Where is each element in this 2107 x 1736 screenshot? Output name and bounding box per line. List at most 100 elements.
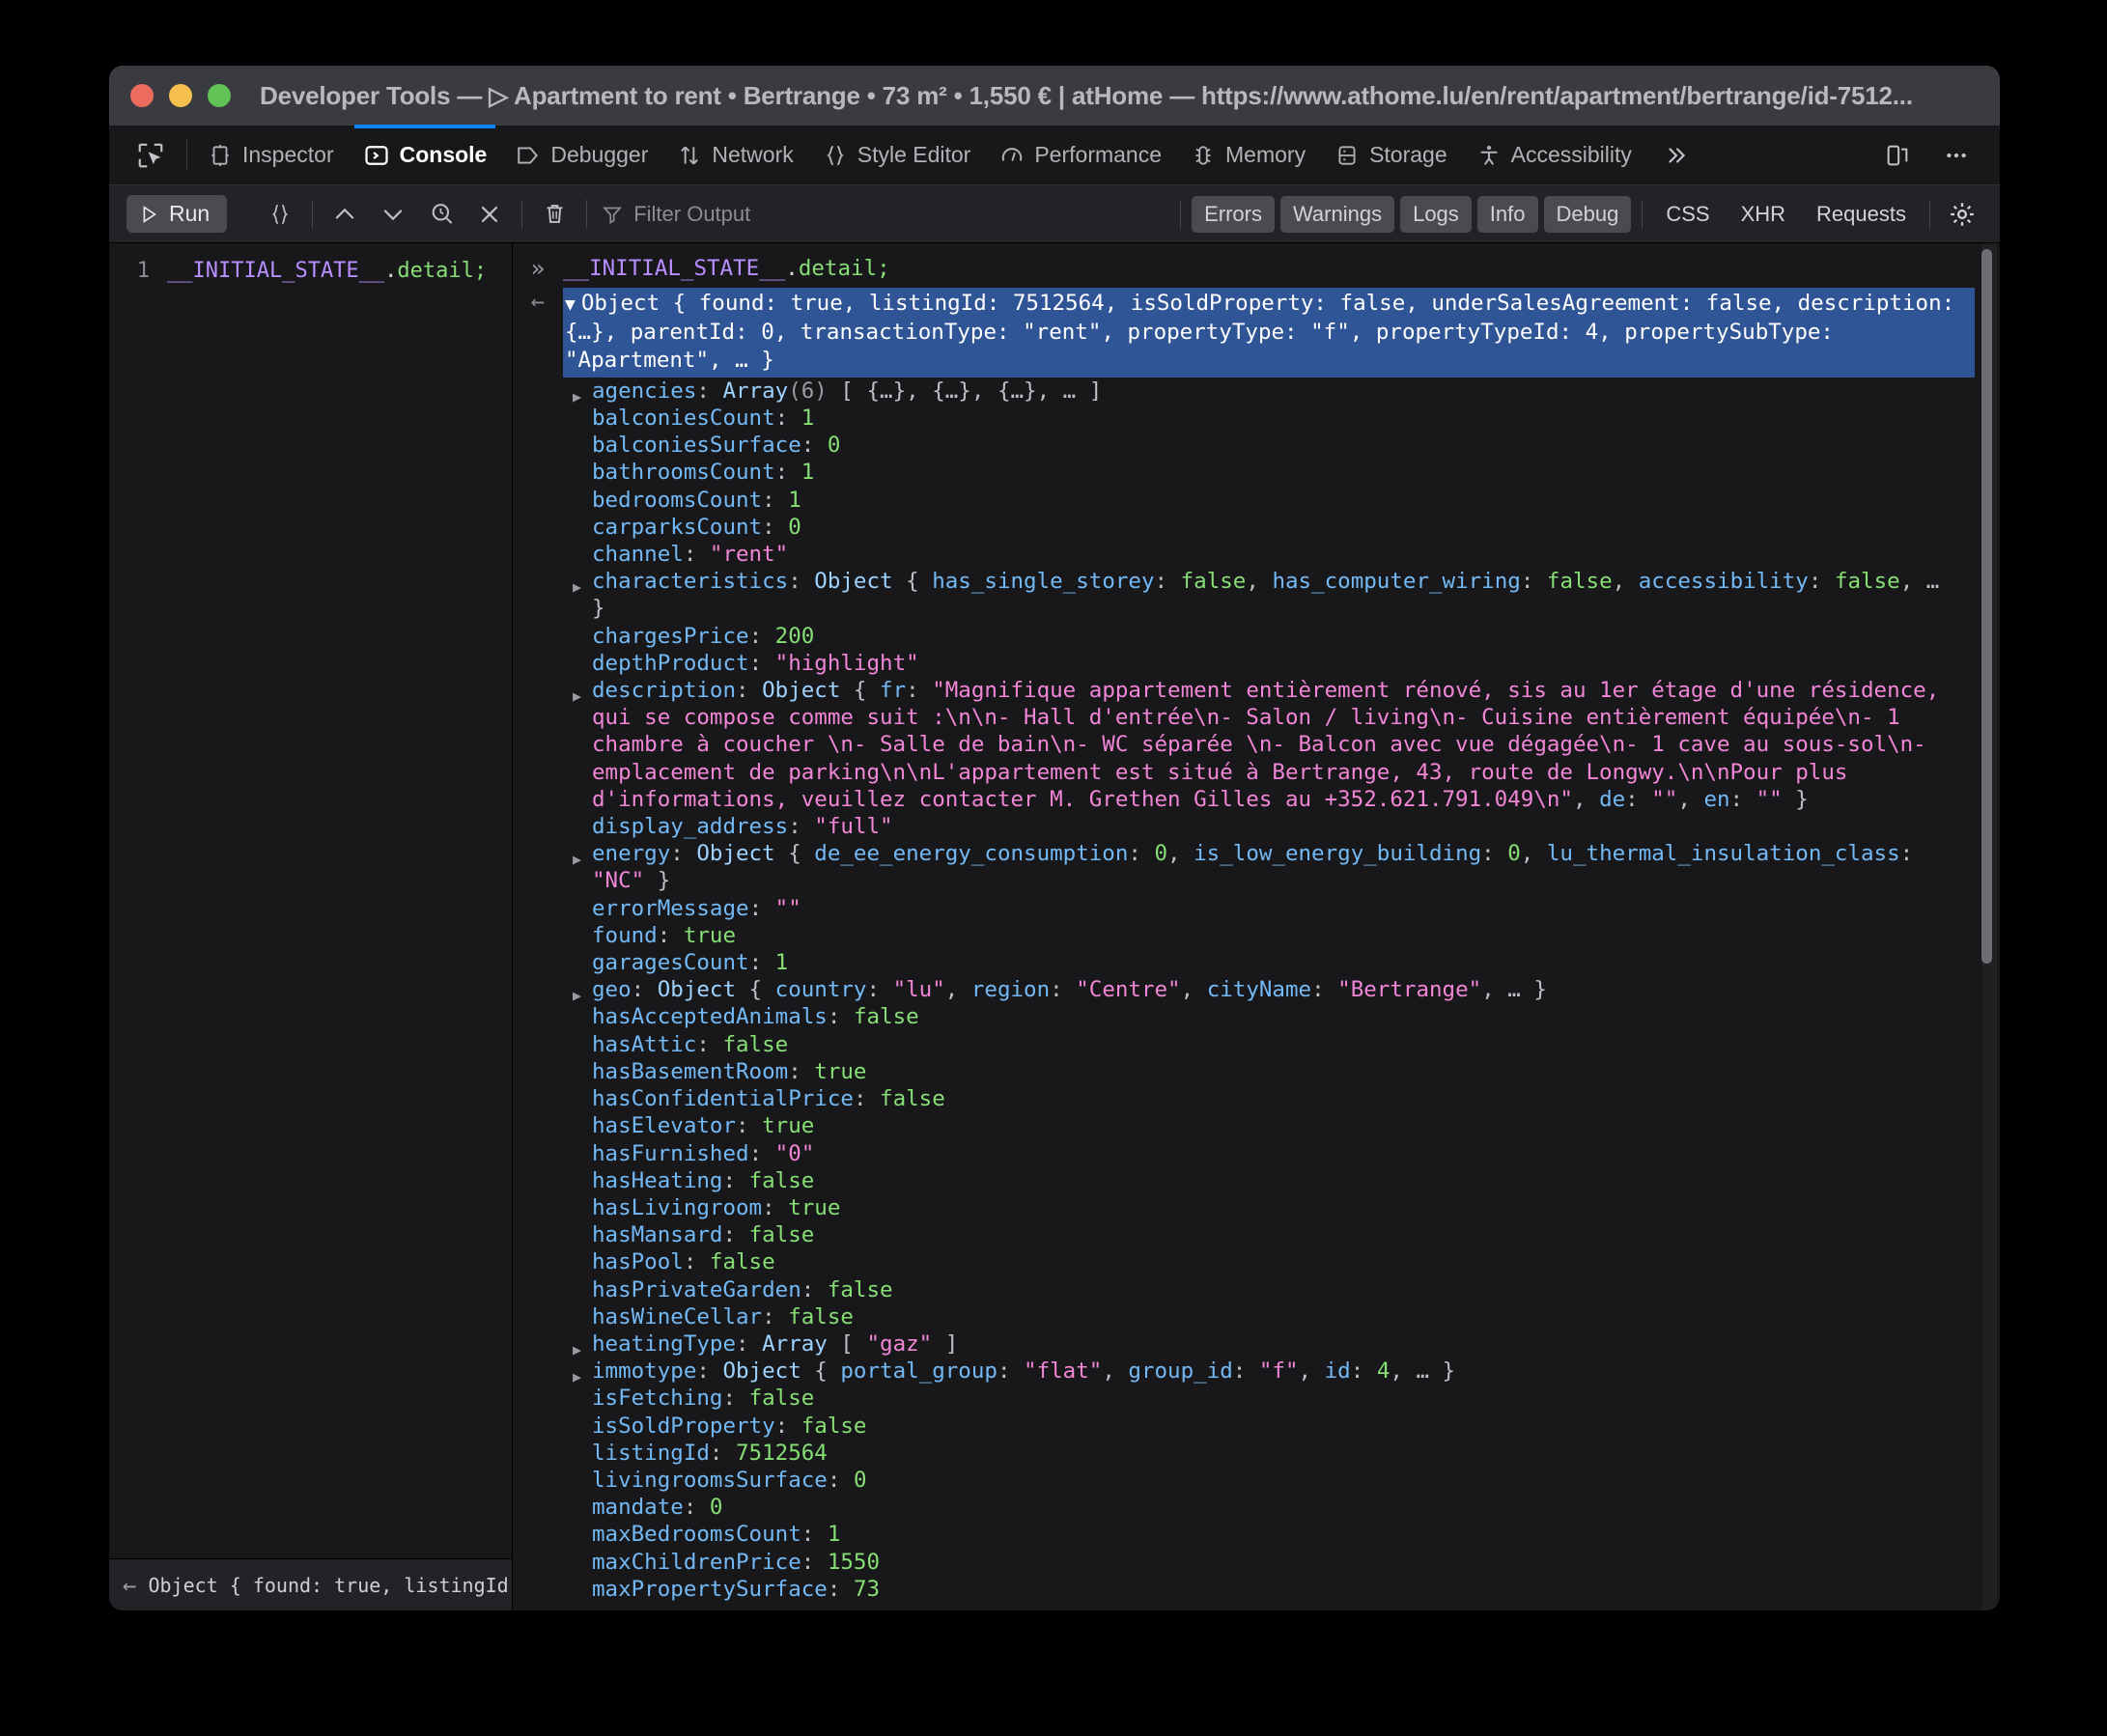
object-property-row[interactable]: depthProduct: "highlight" (563, 650, 2000, 677)
expand-twisty-icon[interactable]: ▶ (573, 846, 581, 873)
tab-network[interactable]: Network (662, 126, 807, 184)
expand-twisty-icon[interactable]: ▼ (565, 294, 576, 315)
property-value-token: "highlight" (774, 650, 919, 676)
object-property-row[interactable]: mandate: 0 (563, 1494, 2000, 1521)
console-output-pane[interactable]: » __INITIAL_STATE__.detail; ← ▼ Object { … (513, 243, 2000, 1610)
object-property-row[interactable]: bedroomsCount: 1 (563, 487, 2000, 514)
console-settings-button[interactable] (1938, 195, 1986, 234)
previous-expression-button[interactable] (321, 195, 369, 234)
property-value-token: : (736, 678, 763, 704)
tab-storage[interactable]: Storage (1320, 126, 1462, 184)
object-property-row[interactable]: hasBasementRoom: true (563, 1058, 2000, 1085)
object-property-row[interactable]: hasAcceptedAnimals: false (563, 1003, 2000, 1030)
tab-inspector[interactable]: Inspector (193, 126, 349, 184)
expand-twisty-icon[interactable]: ▶ (573, 683, 581, 710)
property-key: garagesCount (592, 950, 749, 976)
object-property-row[interactable]: ▶ description: Object { fr: "Magnifique a… (563, 677, 2000, 813)
object-property-row[interactable]: hasConfidentialPrice: false (563, 1085, 2000, 1112)
clear-console-button[interactable] (530, 195, 578, 234)
property-value-token: true (762, 1113, 815, 1139)
object-property-row[interactable]: balconiesSurface: 0 (563, 432, 2000, 459)
pretty-print-button[interactable] (256, 195, 304, 234)
object-property-row[interactable]: found: true (563, 922, 2000, 949)
run-button[interactable]: Run (126, 195, 228, 233)
editor-status-bar[interactable]: ← Object { found: true, listingId:… (109, 1558, 512, 1610)
output-scrollbar-thumb[interactable] (1981, 249, 1992, 964)
object-property-row[interactable]: livingroomsSurface: 0 (563, 1467, 2000, 1494)
filter-requests-button[interactable]: Requests (1804, 196, 1919, 233)
tab-style-editor[interactable]: Style Editor (808, 126, 986, 184)
property-value-token: : (827, 1576, 854, 1602)
object-property-row[interactable]: hasMansard: false (563, 1221, 2000, 1248)
property-value-token: group_id (1128, 1358, 1233, 1385)
object-property-row[interactable]: hasWineCellar: false (563, 1303, 2000, 1330)
property-value-token: en (1703, 786, 1730, 812)
object-property-row[interactable]: ▶ heatingType: Array [ "gaz" ] (563, 1330, 2000, 1358)
property-value-token: : (801, 1549, 828, 1575)
editor-code-area[interactable]: 1 __INITIAL_STATE__.detail; (109, 243, 512, 1558)
toolbar-divider (1642, 199, 1643, 229)
close-window-button[interactable] (130, 84, 154, 107)
property-value-token: : (709, 1440, 737, 1466)
object-property-row[interactable]: maxPropertySurface: 73 (563, 1576, 2000, 1603)
tab-debugger[interactable]: Debugger (501, 126, 662, 184)
object-property-row[interactable]: hasLivingroom: true (563, 1194, 2000, 1221)
object-property-row[interactable]: hasElevator: true (563, 1112, 2000, 1139)
property-value-token: : (906, 678, 933, 704)
filter-warnings-button[interactable]: Warnings (1279, 195, 1395, 233)
next-expression-button[interactable] (369, 195, 417, 234)
object-property-row[interactable]: display_address: "full" (563, 813, 2000, 840)
object-property-row[interactable]: bathroomsCount: 1 (563, 459, 2000, 486)
object-property-row[interactable]: hasFurnished: "0" (563, 1140, 2000, 1167)
object-property-row[interactable]: hasPool: false (563, 1248, 2000, 1275)
filter-output-input[interactable]: Filter Output (595, 202, 750, 227)
object-property-row[interactable]: isFetching: false (563, 1385, 2000, 1412)
search-history-button[interactable] (417, 195, 465, 234)
filter-info-button[interactable]: Info (1476, 195, 1538, 233)
object-property-row[interactable]: maxBedroomsCount: 1 (563, 1521, 2000, 1548)
object-property-row[interactable]: errorMessage: "" (563, 895, 2000, 922)
tab-performance[interactable]: Performance (985, 126, 1176, 184)
property-value-token: de (1599, 786, 1626, 812)
object-property-row[interactable]: channel: "rent" (563, 541, 2000, 568)
filter-xhr-button[interactable]: XHR (1728, 196, 1798, 233)
minimize-window-button[interactable] (169, 84, 192, 107)
object-property-row[interactable]: listingId: 7512564 (563, 1440, 2000, 1467)
filter-errors-button[interactable]: Errors (1192, 195, 1275, 233)
expand-twisty-icon[interactable]: ▶ (573, 574, 581, 601)
property-key: errorMessage (592, 895, 749, 921)
tab-memory[interactable]: Memory (1176, 126, 1320, 184)
property-value-token: : (696, 1358, 723, 1385)
zoom-window-button[interactable] (208, 84, 231, 107)
object-property-row[interactable]: maxChildrenPrice: 1550 (563, 1549, 2000, 1576)
tab-label: Memory (1225, 142, 1306, 167)
filter-debug-button[interactable]: Debug (1543, 195, 1632, 233)
object-property-row[interactable]: hasAttic: false (563, 1031, 2000, 1058)
output-scrollbar-track[interactable] (1981, 243, 1997, 1610)
object-property-row[interactable]: ▶ geo: Object { country: "lu", region: "C… (563, 976, 2000, 1004)
close-editor-button[interactable] (465, 195, 514, 234)
object-property-row[interactable]: garagesCount: 1 (563, 949, 2000, 976)
responsive-design-mode-button[interactable] (1868, 142, 1926, 169)
object-property-row[interactable]: chargesPrice: 200 (563, 623, 2000, 650)
object-property-row[interactable]: hasPrivateGarden: false (563, 1276, 2000, 1303)
filter-logs-button[interactable]: Logs (1400, 195, 1472, 233)
object-property-row[interactable]: isSoldProperty: false (563, 1413, 2000, 1440)
object-property-row[interactable]: ▶ characteristics: Object { has_single_st… (563, 568, 2000, 622)
object-property-row[interactable]: hasHeating: false (563, 1167, 2000, 1194)
object-property-row[interactable]: carparksCount: 0 (563, 514, 2000, 541)
property-key: energy (592, 841, 671, 867)
tab-console[interactable]: Console (349, 125, 502, 184)
property-value-token: : (1481, 841, 1508, 867)
object-property-row[interactable]: ▶ agencies: Array(6) [ {…}, {…}, {…}, … ] (563, 378, 2000, 406)
more-tabs-chevron-icon[interactable] (1646, 126, 1706, 184)
object-property-row[interactable]: ▶ immotype: Object { portal_group: "flat"… (563, 1358, 2000, 1386)
object-property-row[interactable]: balconiesCount: 1 (563, 405, 2000, 432)
object-property-row[interactable]: ▶ energy: Object { de_ee_energy_consumpti… (563, 840, 2000, 894)
object-summary[interactable]: ▼ Object { found: true, listingId: 751256… (563, 288, 1975, 378)
filter-css-button[interactable]: CSS (1653, 196, 1722, 233)
property-value-token: "full" (814, 814, 893, 840)
tab-accessibility[interactable]: Accessibility (1462, 126, 1646, 184)
devtools-menu-button[interactable] (1926, 143, 1986, 168)
pick-element-button[interactable] (121, 126, 181, 184)
